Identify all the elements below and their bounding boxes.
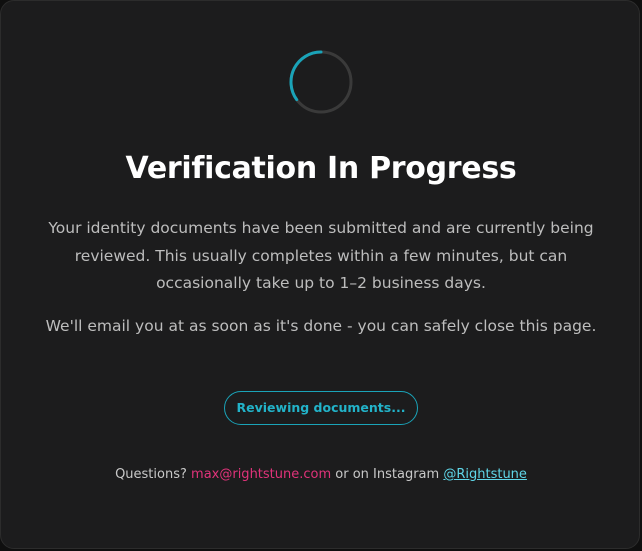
loading-spinner-icon [289,50,353,114]
verification-card: Verification In Progress Your identity d… [0,0,640,549]
footer-prefix: Questions? [115,467,187,482]
email-link[interactable]: max@rightstune.com [191,467,331,482]
email-notice: We'll email you at as soon as it's done … [45,317,597,335]
instagram-link[interactable]: @Rightstune [443,467,527,482]
status-description: Your identity documents have been submit… [48,219,594,292]
reviewing-status-badge: Reviewing documents... [224,391,418,425]
contact-footer: Questions? max@rightstune.com or on Inst… [1,465,641,485]
footer-middle: or on Instagram [335,467,440,482]
page-title: Verification In Progress [125,151,517,186]
